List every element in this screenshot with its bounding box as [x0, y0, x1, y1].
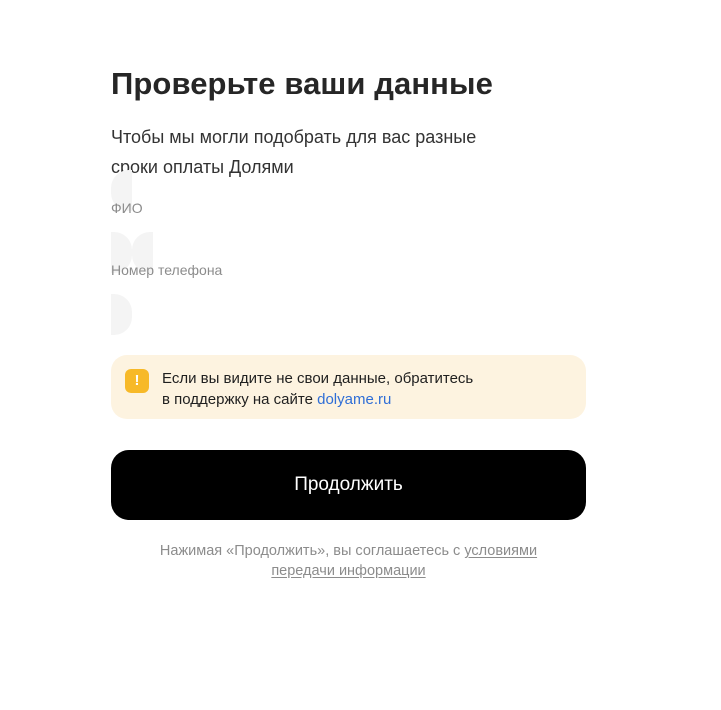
full-name-input[interactable] — [111, 222, 586, 244]
notice-text: Если вы видите не свои данные, обратитес… — [162, 368, 473, 410]
terms-link-transfer[interactable]: передачи информации — [271, 563, 425, 579]
terms-link-conditions[interactable]: условиями — [464, 543, 537, 559]
notice-line-2: в поддержку на сайте — [162, 391, 318, 408]
phone-label: Номер телефона — [111, 262, 223, 278]
terms-prefix: Нажимая «Продолжить», вы соглашаетесь с — [159, 543, 465, 559]
phone-input[interactable] — [111, 284, 586, 306]
dolyame-link[interactable]: dolyame.ru — [317, 391, 391, 408]
full-name-field[interactable]: ФИО — [111, 170, 586, 273]
continue-button[interactable]: Продолжить — [111, 450, 586, 520]
terms-text: Нажимая «Продолжить», вы соглашаетесь с … — [111, 541, 586, 581]
subtitle-line-1: Чтобы мы могли подобрать для вас разные — [111, 127, 477, 147]
verify-data-form: Проверьте ваши данные Чтобы мы могли под… — [111, 64, 586, 581]
notice-line-1: Если вы видите не свои данные, обратитес… — [162, 370, 474, 387]
page-title: Проверьте ваши данные — [111, 66, 493, 101]
support-notice: ! Если вы видите не свои данные, обратит… — [111, 355, 586, 419]
exclamation-icon: ! — [125, 369, 149, 393]
subtitle-line-2: сроки оплаты Долями — [111, 157, 294, 177]
phone-field[interactable]: Номер телефона — [111, 232, 586, 335]
page-subtitle: Чтобы мы могли подобрать для вас разные … — [111, 122, 511, 182]
full-name-label: ФИО — [111, 200, 143, 216]
